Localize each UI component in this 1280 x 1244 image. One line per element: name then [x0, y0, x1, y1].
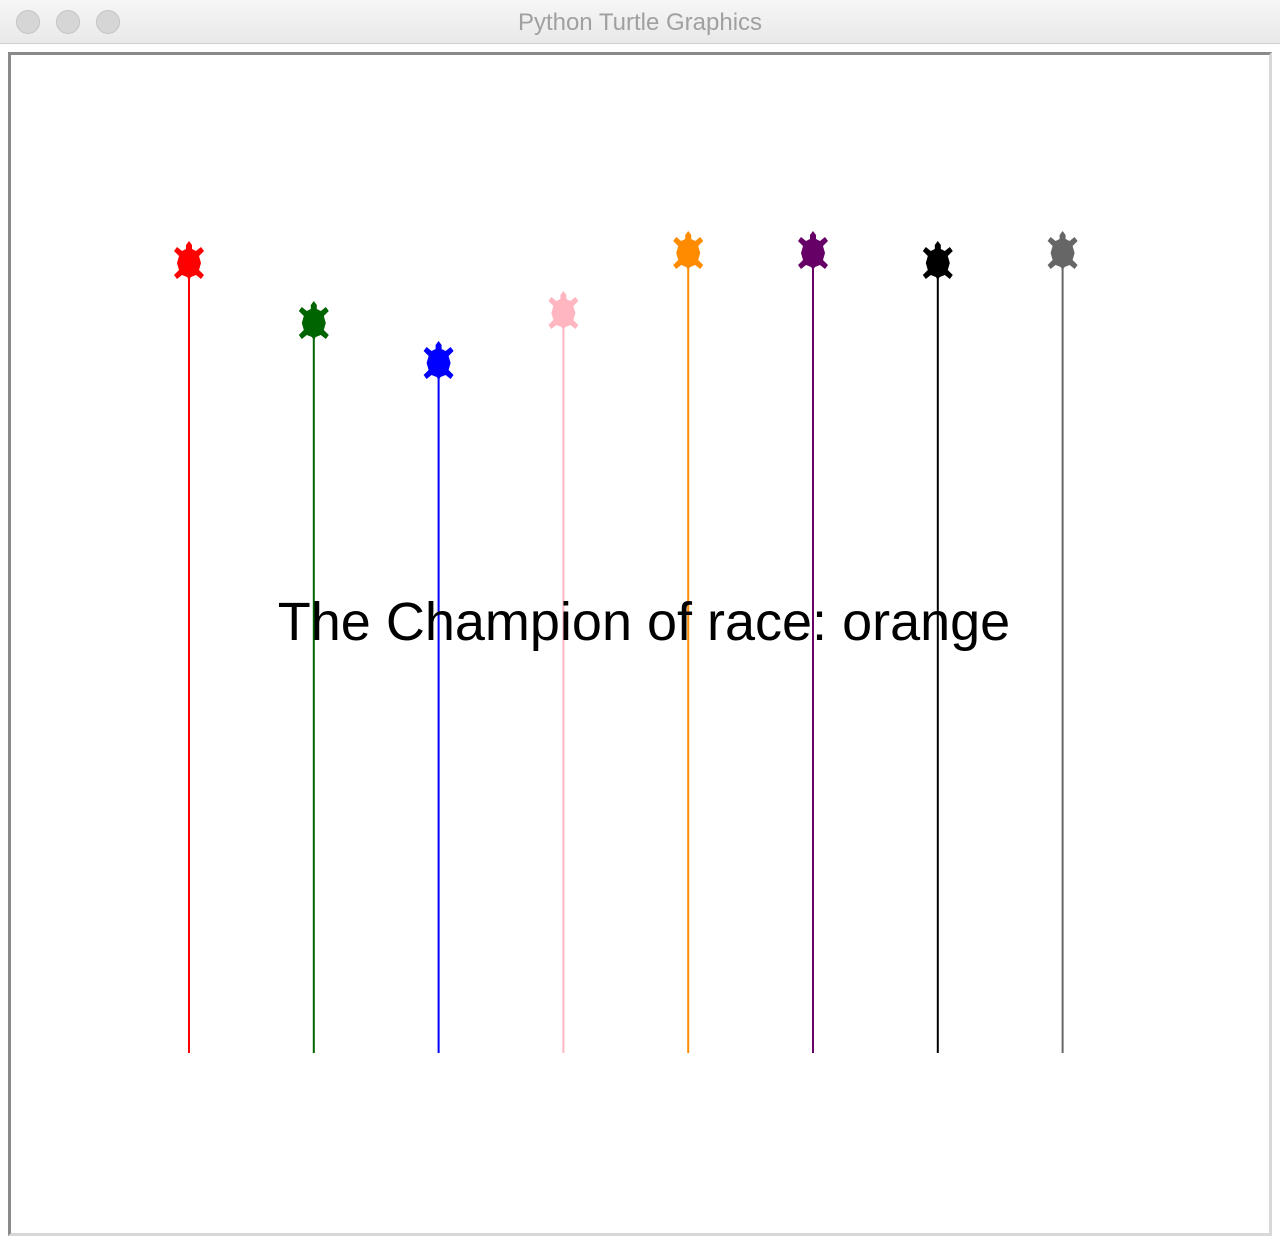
turtle-icon-red: [174, 241, 204, 280]
turtle-icon-green: [298, 301, 329, 340]
turtle-icon-gray: [1047, 231, 1078, 270]
turtle-canvas-frame[interactable]: The Champion of race: orange: [8, 52, 1272, 1236]
champion-message: The Champion of race: orange: [277, 592, 1011, 652]
turtle-icon-pink: [548, 291, 579, 330]
window-title: Python Turtle Graphics: [517, 9, 763, 36]
turtle-icon-orange: [673, 231, 704, 270]
turtle-icon-purple: [798, 231, 828, 270]
turtle-graphics-window: Python Turtle Graphics The Champion of r…: [0, 0, 1280, 1244]
turtle-icon-blue: [423, 341, 454, 380]
turtle-icon-black: [922, 241, 953, 280]
title-bar[interactable]: Python Turtle Graphics: [0, 0, 1280, 44]
